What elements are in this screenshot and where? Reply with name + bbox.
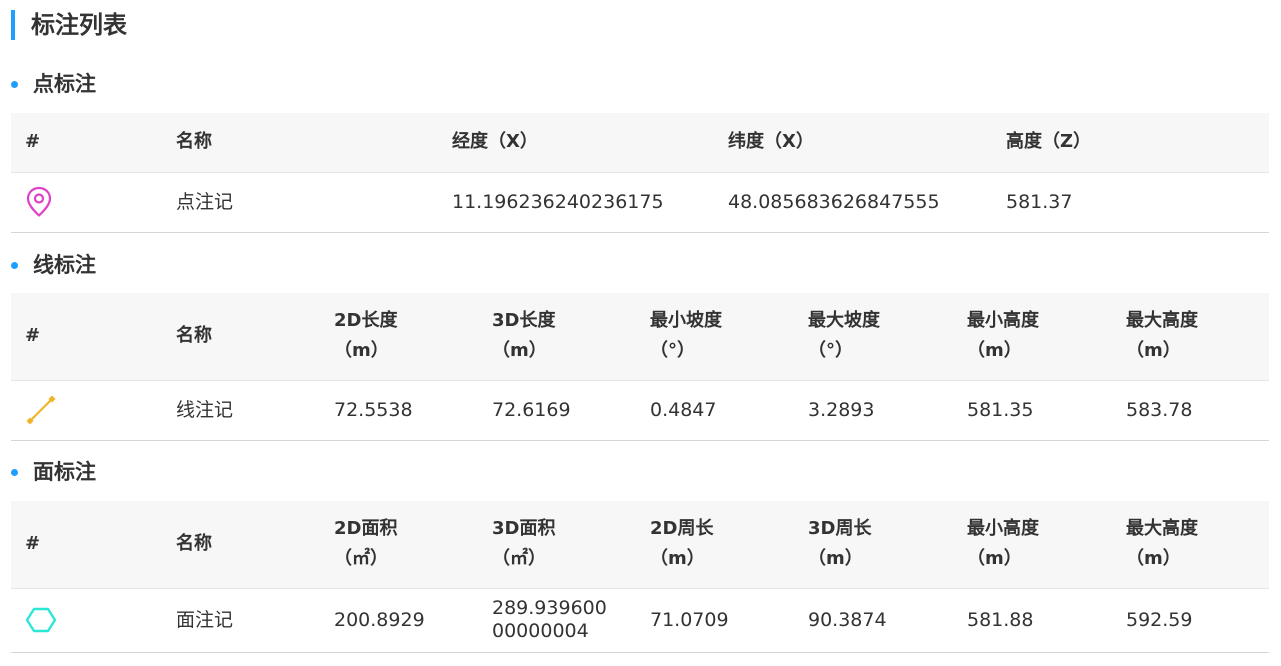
cell-name: 面注记 xyxy=(162,588,320,653)
cell-2d-area: 200.8929 xyxy=(320,588,478,653)
section-title-point: 点标注 xyxy=(11,71,96,97)
section-title-line: 线标注 xyxy=(11,252,96,278)
bullet-dot-icon xyxy=(11,469,18,476)
cell-max-slope: 3.2893 xyxy=(794,380,953,441)
cell-min-height: 581.35 xyxy=(953,380,1112,441)
col-header-min-height: 最小高度 （m） xyxy=(953,501,1112,589)
bullet-dot-icon xyxy=(11,81,18,88)
col-header-min-height: 最小高度 （m） xyxy=(953,293,1112,381)
col-header-max-height: 最大高度 （m） xyxy=(1112,293,1269,381)
line-segment-icon[interactable] xyxy=(25,394,57,426)
row-icon-cell xyxy=(11,380,162,441)
section-title-text: 点标注 xyxy=(33,72,96,96)
point-annotation-table: # 名称 经度（X） 纬度（X） 高度（Z） 点注记 11.1962362402… xyxy=(11,113,1269,233)
col-header-3d-perimeter: 3D周长 （m） xyxy=(794,501,953,589)
col-header-index: # xyxy=(11,113,162,173)
cell-max-height: 592.59 xyxy=(1112,588,1269,653)
cell-2d-perimeter: 71.0709 xyxy=(636,588,794,653)
table-row[interactable]: 线注记 72.5538 72.6169 0.4847 3.2893 581.35… xyxy=(11,380,1269,441)
cell-longitude: 11.196236240236175 xyxy=(438,172,714,233)
cell-name: 线注记 xyxy=(162,380,320,441)
cell-min-slope: 0.4847 xyxy=(636,380,794,441)
cell-3d-area-line2: 00000004 xyxy=(492,620,589,642)
col-header-index: # xyxy=(11,501,162,589)
col-header-2d-length: 2D长度 （m） xyxy=(320,293,478,381)
bullet-dot-icon xyxy=(11,262,18,269)
cell-3d-length: 72.6169 xyxy=(478,380,636,441)
col-header-name: 名称 xyxy=(162,501,320,589)
table-header-row: # 名称 2D面积 （㎡） 3D面积 （㎡） 2D周长 （m） 3D周长 （m） 最小高… xyxy=(11,501,1269,589)
section-title-area: 面标注 xyxy=(11,459,96,485)
cell-latitude: 48.085683626847555 xyxy=(714,172,992,233)
cell-height: 581.37 xyxy=(992,172,1269,233)
page-title: 标注列表 xyxy=(11,10,127,40)
table-row[interactable]: 点注记 11.196236240236175 48.08568362684755… xyxy=(11,172,1269,233)
line-annotation-table: # 名称 2D长度 （m） 3D长度 （m） 最小坡度 （°） 最大坡度 （°） 最小高… xyxy=(11,293,1269,441)
cell-min-height: 581.88 xyxy=(953,588,1112,653)
cell-2d-length: 72.5538 xyxy=(320,380,478,441)
table-header-row: # 名称 2D长度 （m） 3D长度 （m） 最小坡度 （°） 最大坡度 （°） 最小高… xyxy=(11,293,1269,381)
cell-name: 点注记 xyxy=(162,172,438,233)
col-header-name: 名称 xyxy=(162,113,438,173)
col-header-index: # xyxy=(11,293,162,381)
col-header-height: 高度（Z） xyxy=(992,113,1269,173)
col-header-3d-length: 3D长度 （m） xyxy=(478,293,636,381)
col-header-2d-perimeter: 2D周长 （m） xyxy=(636,501,794,589)
cell-max-height: 583.78 xyxy=(1112,380,1269,441)
col-header-name: 名称 xyxy=(162,293,320,381)
cell-3d-perimeter: 90.3874 xyxy=(794,588,953,653)
hexagon-icon[interactable] xyxy=(25,605,57,635)
table-header-row: # 名称 经度（X） 纬度（X） 高度（Z） xyxy=(11,113,1269,173)
cell-3d-area-line1: 289.939600 xyxy=(492,597,607,619)
col-header-max-height: 最大高度 （m） xyxy=(1112,501,1269,589)
area-annotation-table: # 名称 2D面积 （㎡） 3D面积 （㎡） 2D周长 （m） 3D周长 （m） 最小高… xyxy=(11,501,1269,653)
table-row[interactable]: 面注记 200.8929 289.939600 00000004 71.0709… xyxy=(11,588,1269,653)
section-title-text: 线标注 xyxy=(33,253,96,277)
col-header-max-slope: 最大坡度 （°） xyxy=(794,293,953,381)
section-title-text: 面标注 xyxy=(33,460,96,484)
col-header-min-slope: 最小坡度 （°） xyxy=(636,293,794,381)
col-header-3d-area: 3D面积 （㎡） xyxy=(478,501,636,589)
col-header-latitude: 纬度（X） xyxy=(714,113,992,173)
col-header-longitude: 经度（X） xyxy=(438,113,714,173)
row-icon-cell xyxy=(11,588,162,653)
cell-3d-area: 289.939600 00000004 xyxy=(478,588,636,653)
map-pin-icon[interactable] xyxy=(25,186,53,218)
col-header-2d-area: 2D面积 （㎡） xyxy=(320,501,478,589)
row-icon-cell xyxy=(11,172,162,233)
